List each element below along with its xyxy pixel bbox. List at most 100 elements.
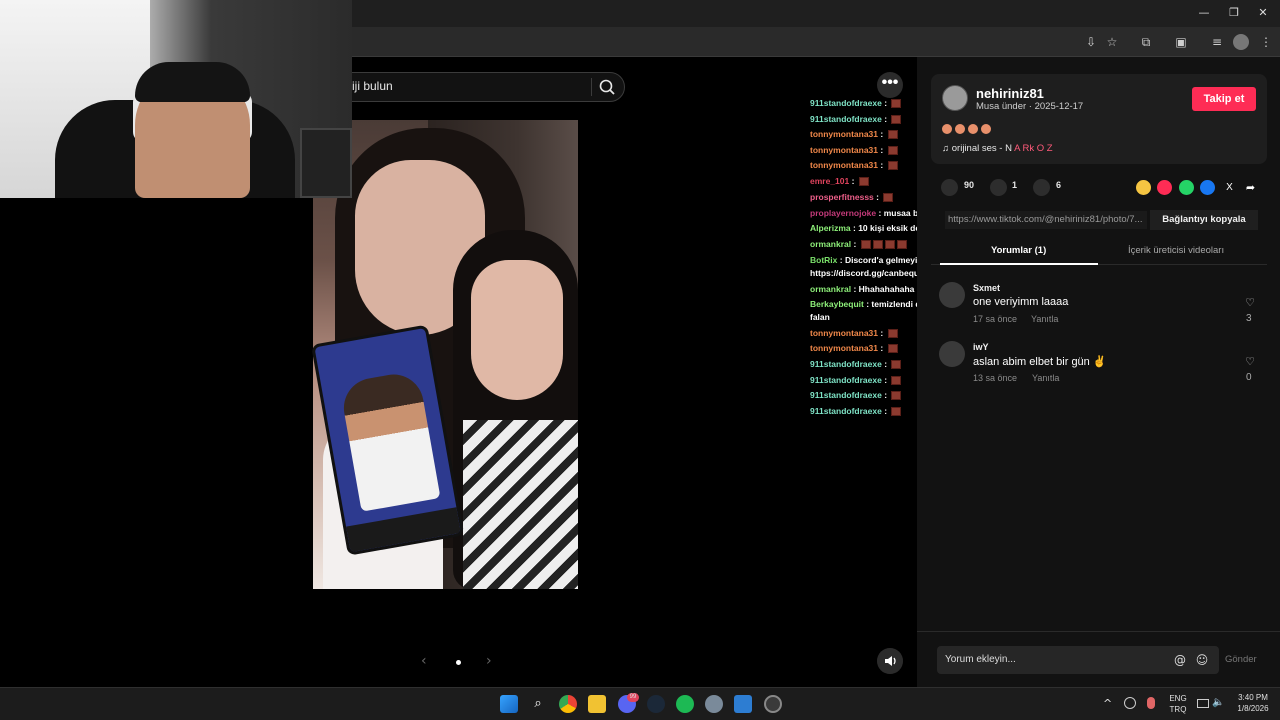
comment-reply-button[interactable]: Yanıtla (1032, 373, 1059, 383)
share-send-icon[interactable] (1157, 180, 1172, 195)
chat-username[interactable]: tonnymontana31 (810, 145, 878, 155)
chat-username[interactable]: 911standofdraexe (810, 114, 882, 124)
comment-like-icon[interactable]: ♡ (1244, 356, 1256, 368)
mention-icon[interactable]: @ (1172, 652, 1188, 668)
search-icon[interactable]: ⌕ (529, 695, 547, 713)
chat-emote-icon (891, 407, 902, 417)
chat-emote-icon (858, 177, 869, 187)
author-username[interactable]: nehiriniz81 (976, 86, 1044, 101)
sound-link[interactable]: ♫ orijinal ses - N A Rk O Z (942, 143, 1053, 154)
settings-gear-icon[interactable] (705, 695, 723, 713)
previous-photo-icon[interactable]: ‹ (421, 653, 427, 669)
chat-username[interactable]: Berkaybequit (810, 299, 864, 309)
chat-username[interactable]: 911standofdraexe (810, 406, 882, 416)
follow-button[interactable]: Takip et (1192, 87, 1256, 111)
post-url-field[interactable]: https://www.tiktok.com/@nehiriniz81/phot… (945, 211, 1147, 229)
clock-time[interactable]: 3:40 PM (1232, 693, 1274, 702)
photos-app-icon[interactable] (734, 695, 752, 713)
chat-message: tonnymontana31 : (810, 129, 898, 140)
input-language-secondary[interactable]: TRQ (1167, 705, 1189, 714)
spotify-icon[interactable] (676, 695, 694, 713)
chat-text: falan (810, 312, 830, 322)
extensions-icon[interactable]: ⧉ (1138, 34, 1154, 50)
photo-indicator-dot (456, 660, 461, 665)
share-embed-icon[interactable] (1136, 180, 1151, 195)
chat-message: 911standofdraexe : (810, 406, 902, 417)
chat-username[interactable]: BotRix (810, 255, 837, 265)
chat-message: tonnymontana31 : (810, 328, 898, 339)
chat-username[interactable]: 911standofdraexe (810, 390, 882, 400)
share-arrow-icon[interactable]: ➦ (1243, 180, 1258, 195)
like-icon[interactable] (941, 179, 958, 196)
sound-title: orijinal ses - N (951, 143, 1012, 154)
chat-username[interactable]: tonnymontana31 (810, 160, 878, 170)
comment-count: 1 (1012, 180, 1018, 190)
comment-time: 17 sa önce (973, 314, 1018, 324)
chat-emote-icon (887, 161, 898, 171)
chat-username[interactable]: tonnymontana31 (810, 328, 878, 338)
more-options-button[interactable]: ••• (877, 72, 903, 98)
file-explorer-icon[interactable] (588, 695, 606, 713)
volume-icon[interactable] (877, 648, 903, 674)
bookmark-icon[interactable] (1033, 179, 1050, 196)
menu-kebab-icon[interactable]: ⋮ (1258, 34, 1274, 50)
chat-username[interactable]: tonnymontana31 (810, 343, 878, 353)
media-control-icon[interactable]: ≡ (1209, 34, 1225, 50)
comment-like-count: 3 (1246, 313, 1252, 324)
comment-username[interactable]: Sxmet (973, 283, 1000, 293)
restore-icon[interactable]: ❐ (1224, 5, 1244, 21)
x-twitter-icon[interactable]: X (1222, 180, 1237, 195)
chat-message: tonnymontana31 : (810, 145, 898, 156)
network-icon[interactable] (1197, 699, 1209, 708)
comment-avatar[interactable] (939, 341, 965, 367)
steam-icon[interactable] (647, 695, 665, 713)
comment-avatar[interactable] (939, 282, 965, 308)
chat-username[interactable]: Alperizma (810, 223, 851, 233)
send-comment-button[interactable]: Gönder (1225, 654, 1257, 665)
tab-creator-videos[interactable]: İçerik üreticisi videoları (1128, 245, 1224, 256)
tray-chevron-icon[interactable]: ^ (1103, 697, 1112, 710)
split-view-icon[interactable]: ▣ (1173, 34, 1189, 50)
chat-username[interactable]: 911standofdraexe (810, 375, 882, 385)
chat-text: https://discord.gg/canbequit (810, 268, 925, 278)
close-icon[interactable]: ✕ (1253, 5, 1273, 21)
chat-emote-icon (891, 99, 902, 109)
facebook-icon[interactable] (1200, 180, 1215, 195)
chat-message: tonnymontana31 : (810, 343, 898, 354)
chat-emote-icon (872, 240, 883, 250)
bookmark-star-icon[interactable]: ☆ (1104, 34, 1120, 50)
chat-username[interactable]: tonnymontana31 (810, 129, 878, 139)
chat-username[interactable]: ormankral (810, 284, 851, 294)
tab-comments[interactable]: Yorumlar (1) (991, 245, 1046, 256)
profile-avatar-icon[interactable] (1233, 34, 1249, 50)
install-app-icon[interactable]: ⇩ (1083, 34, 1099, 50)
whatsapp-icon[interactable] (1179, 180, 1194, 195)
chat-username[interactable]: prosperfitnesss (810, 192, 874, 202)
microphone-icon[interactable] (1147, 697, 1155, 709)
comment-like-icon[interactable]: ♡ (1244, 297, 1256, 309)
author-avatar[interactable] (942, 85, 968, 111)
chat-username[interactable]: 911standofdraexe (810, 98, 882, 108)
chat-username[interactable]: proplayernojoke (810, 208, 876, 218)
chat-message: 911standofdraexe : (810, 375, 902, 386)
sound-title-rest: A Rk O Z (1014, 143, 1053, 154)
input-language-primary[interactable]: ENG (1167, 694, 1189, 703)
minimize-icon[interactable]: — (1194, 5, 1214, 21)
emoji-icon[interactable]: ☺ (1194, 652, 1210, 668)
clock-date[interactable]: 1/8/2026 (1232, 704, 1274, 713)
comment-username[interactable]: iwY (973, 342, 989, 352)
comment-icon[interactable] (990, 179, 1007, 196)
chat-username[interactable]: emre_101 (810, 176, 849, 186)
comment-reply-button[interactable]: Yanıtla (1031, 314, 1058, 324)
copy-link-button[interactable]: Bağlantıyı kopyala (1150, 210, 1258, 230)
obs-studio-icon[interactable] (764, 695, 782, 713)
next-photo-icon[interactable]: › (486, 653, 492, 669)
chat-username[interactable]: 911standofdraexe (810, 359, 882, 369)
chat-emote-icon (883, 193, 894, 203)
start-windows-icon[interactable] (500, 695, 518, 713)
chat-username[interactable]: ormankral (810, 239, 851, 249)
volume-icon[interactable]: 🔈 (1212, 697, 1224, 708)
sync-icon[interactable] (1124, 697, 1136, 709)
chrome-icon[interactable] (559, 695, 577, 713)
search-icon[interactable] (596, 76, 618, 98)
